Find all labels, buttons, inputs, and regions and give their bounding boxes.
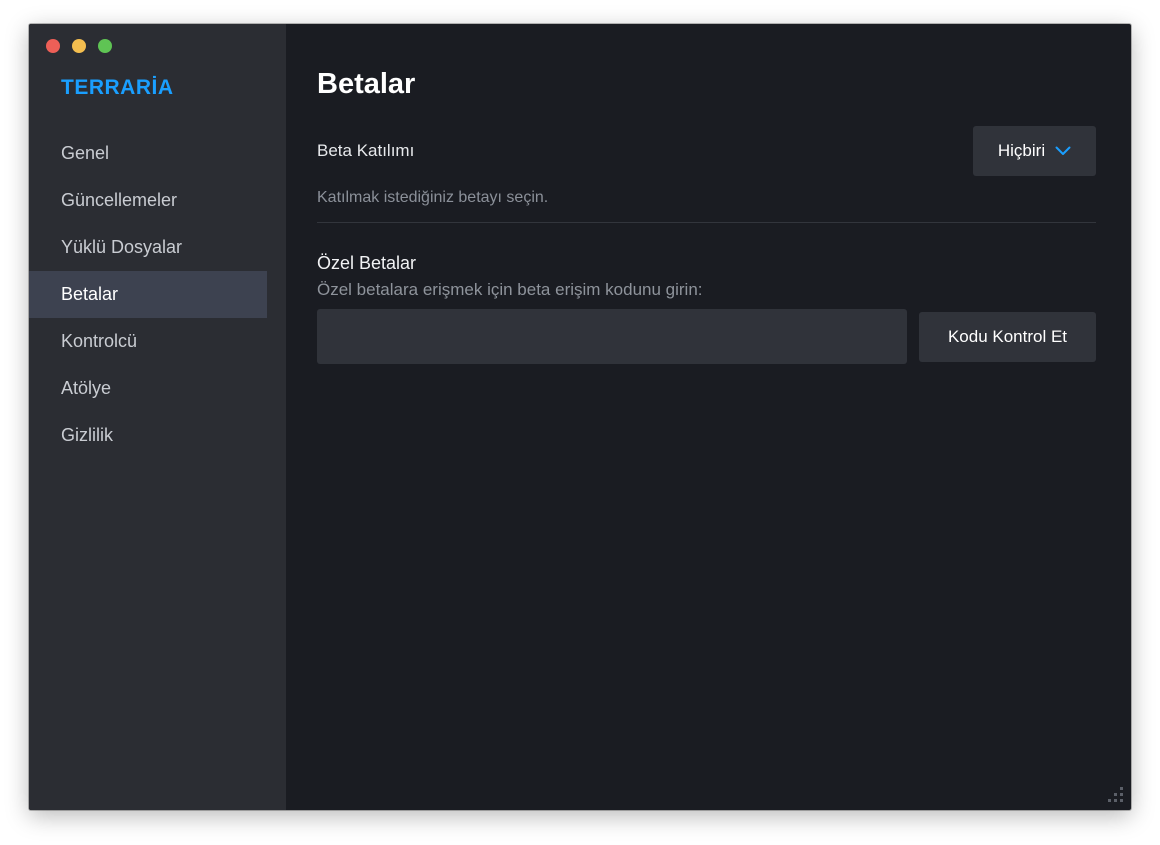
beta-access-code-input[interactable]	[317, 309, 907, 364]
chevron-down-icon	[1055, 146, 1071, 155]
sidebar-item-betalar[interactable]: Betalar	[29, 271, 267, 318]
window-controls	[46, 39, 112, 53]
beta-participation-label: Beta Katılımı	[317, 141, 415, 160]
sidebar: TERRARİA Genel Güncellemeler Yüklü Dosya…	[29, 24, 286, 810]
resize-grip-icon[interactable]	[1105, 784, 1125, 804]
app-title: TERRARİA	[61, 76, 174, 99]
zoom-window-button[interactable]	[98, 39, 112, 53]
page-title: Betalar	[317, 68, 416, 100]
settings-window: TERRARİA Genel Güncellemeler Yüklü Dosya…	[29, 24, 1131, 810]
beta-select-value: Hiçbiri	[997, 141, 1046, 160]
sidebar-nav: Genel Güncellemeler Yüklü Dosyalar Betal…	[29, 130, 267, 459]
private-betas-description: Özel betalara erişmek için beta erişim k…	[317, 280, 703, 299]
section-divider	[317, 222, 1096, 223]
minimize-window-button[interactable]	[72, 39, 86, 53]
main-panel: Betalar Beta Katılımı Hiçbiri Katılmak i…	[286, 24, 1131, 810]
sidebar-item-genel[interactable]: Genel	[29, 130, 267, 177]
beta-participation-hint: Katılmak istediğiniz betayı seçin.	[317, 189, 549, 206]
beta-select-dropdown[interactable]: Hiçbiri	[973, 126, 1096, 176]
sidebar-item-kontrolcu[interactable]: Kontrolcü	[29, 318, 267, 365]
sidebar-item-yuklu-dosyalar[interactable]: Yüklü Dosyalar	[29, 224, 267, 271]
close-window-button[interactable]	[46, 39, 60, 53]
sidebar-item-atolye[interactable]: Atölye	[29, 365, 267, 412]
check-code-button[interactable]: Kodu Kontrol Et	[919, 312, 1096, 362]
sidebar-item-guncellemeler[interactable]: Güncellemeler	[29, 177, 267, 224]
sidebar-item-gizlilik[interactable]: Gizlilik	[29, 412, 267, 459]
private-betas-title: Özel Betalar	[317, 253, 417, 273]
